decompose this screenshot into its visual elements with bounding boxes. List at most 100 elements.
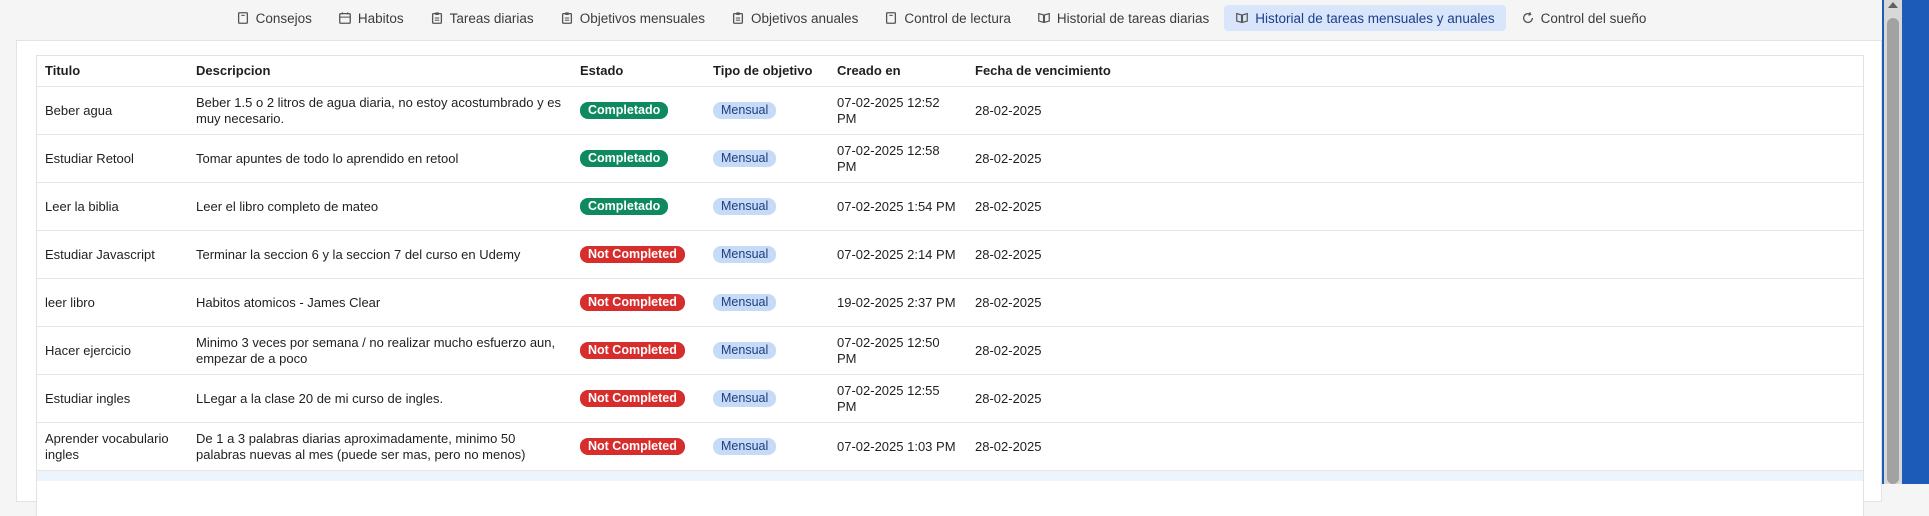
cell-estado: Completado bbox=[572, 102, 705, 119]
clipboard-icon bbox=[560, 11, 574, 25]
cell-titulo: Estudiar Javascript bbox=[45, 246, 155, 262]
clipboard-icon bbox=[731, 11, 745, 25]
cell-tipo-badge: Mensual bbox=[713, 438, 777, 455]
cell-vencimiento: 28-02-2025 bbox=[975, 150, 1042, 166]
cell-creado: 07-02-2025 12:58 PM bbox=[837, 142, 940, 174]
book-icon bbox=[884, 11, 898, 25]
cell-creado: 07-02-2025 1:54 PM bbox=[837, 198, 956, 214]
calendar-icon bbox=[338, 11, 352, 25]
open-book-icon bbox=[1235, 11, 1249, 25]
nav-item-7[interactable]: Historial de tareas mensuales y anuales bbox=[1224, 5, 1506, 31]
cell-estado: Not Completed bbox=[572, 246, 705, 263]
nav-item-0[interactable]: Consejos bbox=[225, 5, 323, 31]
nav-item-label: Objetivos mensuales bbox=[579, 10, 705, 26]
open-book-icon bbox=[1037, 11, 1051, 25]
cell-estado: Not Completed bbox=[572, 438, 705, 455]
cell-vencimiento: 28-02-2025 bbox=[975, 390, 1042, 406]
cell-creado: 07-02-2025 12:55 PM bbox=[837, 382, 940, 414]
table-row[interactable]: Estudiar Javascript Terminar la seccion 6… bbox=[37, 231, 1863, 279]
nav-item-label: Control del sueño bbox=[1540, 10, 1647, 26]
nav-item-label: Historial de tareas diarias bbox=[1056, 10, 1210, 26]
header-estado[interactable]: Estado bbox=[572, 63, 705, 79]
cell-creado: 07-02-2025 1:03 PM bbox=[837, 438, 956, 454]
nav-item-6[interactable]: Historial de tareas diarias bbox=[1026, 5, 1220, 31]
table-row[interactable]: Estudiar ingles LLegar a la clase 20 de m… bbox=[37, 375, 1863, 423]
table-row[interactable]: Beber agua Beber 1.5 o 2 litros de agua d… bbox=[37, 87, 1863, 135]
cell-tipo: Mensual bbox=[705, 102, 829, 119]
nav-item-label: Consejos bbox=[255, 10, 312, 26]
cell-descripcion: Minimo 3 veces por semana / no realizar … bbox=[196, 334, 556, 366]
cell-tipo: Mensual bbox=[705, 198, 829, 215]
header-tipo[interactable]: Tipo de objetivo bbox=[705, 63, 829, 79]
cell-titulo: leer libro bbox=[45, 294, 95, 310]
cell-vencimiento: 28-02-2025 bbox=[975, 342, 1042, 358]
cell-vencimiento: 28-02-2025 bbox=[975, 198, 1042, 214]
cell-descripcion: LLegar a la clase 20 de mi curso de ingl… bbox=[196, 390, 444, 406]
cell-descripcion: De 1 a 3 palabras diarias aproximadament… bbox=[196, 430, 526, 462]
cell-estado: Completado bbox=[572, 198, 705, 215]
refresh-icon bbox=[1521, 11, 1535, 25]
nav-item-1[interactable]: Habitos bbox=[327, 5, 415, 31]
cell-estado-badge: Not Completed bbox=[580, 438, 685, 455]
header-descripcion[interactable]: Descripcion bbox=[188, 63, 572, 79]
cell-estado: Not Completed bbox=[572, 390, 705, 407]
cell-descripcion: Leer el libro completo de mateo bbox=[196, 198, 379, 214]
header-titulo[interactable]: Titulo bbox=[37, 63, 188, 79]
cell-estado-badge: Not Completed bbox=[580, 342, 685, 359]
scroll-up-arrow-icon[interactable] bbox=[1888, 2, 1898, 8]
cell-creado: 07-02-2025 12:50 PM bbox=[837, 334, 940, 366]
cell-estado-badge: Not Completed bbox=[580, 294, 685, 311]
nav-item-label: Habitos bbox=[357, 10, 404, 26]
header-vencimiento[interactable]: Fecha de vencimiento bbox=[967, 63, 1863, 79]
nav-item-8[interactable]: Control del sueño bbox=[1510, 5, 1658, 31]
scrollbar-thumb[interactable] bbox=[1887, 18, 1899, 484]
cell-tipo-badge: Mensual bbox=[713, 342, 777, 359]
cell-vencimiento: 28-02-2025 bbox=[975, 294, 1042, 310]
table-row[interactable]: Estudiar Retool Tomar apuntes de todo lo … bbox=[37, 135, 1863, 183]
nav-item-4[interactable]: Objetivos anuales bbox=[720, 5, 869, 31]
nav-item-label: Tareas diarias bbox=[449, 10, 534, 26]
table-row[interactable]: Leer la biblia Leer el libro completo de … bbox=[37, 183, 1863, 231]
nav-item-5[interactable]: Control de lectura bbox=[873, 5, 1022, 31]
nav-item-label: Control de lectura bbox=[904, 10, 1011, 26]
clipboard-icon bbox=[430, 11, 444, 25]
cell-estado: Completado bbox=[572, 150, 705, 167]
cell-titulo: Aprender vocabulario ingles bbox=[45, 430, 169, 462]
table-row[interactable]: leer libro Habitos atomicos - James Clear… bbox=[37, 279, 1863, 327]
cell-tipo: Mensual bbox=[705, 150, 829, 167]
table-row-partial bbox=[37, 471, 1863, 481]
content-card: Titulo Descripcion Estado Tipo de objeti… bbox=[16, 40, 1882, 516]
cell-estado-badge: Not Completed bbox=[580, 390, 685, 407]
cell-descripcion: Tomar apuntes de todo lo aprendido en re… bbox=[196, 150, 459, 166]
cell-titulo: Estudiar Retool bbox=[45, 150, 134, 166]
goals-history-table: Titulo Descripcion Estado Tipo de objeti… bbox=[36, 55, 1864, 516]
cell-tipo-badge: Mensual bbox=[713, 150, 777, 167]
cell-vencimiento: 28-02-2025 bbox=[975, 102, 1042, 118]
table-header-row: Titulo Descripcion Estado Tipo de objeti… bbox=[37, 56, 1863, 87]
header-creado[interactable]: Creado en bbox=[829, 63, 967, 79]
cell-estado-badge: Not Completed bbox=[580, 246, 685, 263]
cell-titulo: Estudiar ingles bbox=[45, 390, 131, 406]
cell-titulo: Hacer ejercicio bbox=[45, 342, 131, 358]
table-row[interactable]: Hacer ejercicio Minimo 3 veces por semana… bbox=[37, 327, 1863, 375]
cell-tipo-badge: Mensual bbox=[713, 246, 777, 263]
cell-creado: 19-02-2025 2:37 PM bbox=[837, 294, 956, 310]
cell-estado: Not Completed bbox=[572, 294, 705, 311]
cell-tipo: Mensual bbox=[705, 390, 829, 407]
cell-tipo-badge: Mensual bbox=[713, 390, 777, 407]
nav-item-label: Objetivos anuales bbox=[751, 10, 859, 26]
cell-creado: 07-02-2025 12:52 PM bbox=[837, 94, 940, 126]
cell-tipo: Mensual bbox=[705, 342, 829, 359]
cell-titulo: Leer la biblia bbox=[45, 198, 119, 214]
cell-titulo: Beber agua bbox=[45, 102, 113, 118]
nav-item-2[interactable]: Tareas diarias bbox=[419, 5, 545, 31]
book-icon bbox=[236, 11, 250, 25]
cell-vencimiento: 28-02-2025 bbox=[975, 438, 1042, 454]
cell-creado: 07-02-2025 2:14 PM bbox=[837, 246, 956, 262]
cell-tipo: Mensual bbox=[705, 294, 829, 311]
cell-tipo-badge: Mensual bbox=[713, 294, 777, 311]
top-navigation: Consejos Habitos Tareas diarias Objetivos m… bbox=[0, 4, 1882, 32]
table-row[interactable]: Aprender vocabulario ingles De 1 a 3 pala… bbox=[37, 423, 1863, 471]
nav-item-3[interactable]: Objetivos mensuales bbox=[549, 5, 716, 31]
cell-tipo-badge: Mensual bbox=[713, 198, 777, 215]
